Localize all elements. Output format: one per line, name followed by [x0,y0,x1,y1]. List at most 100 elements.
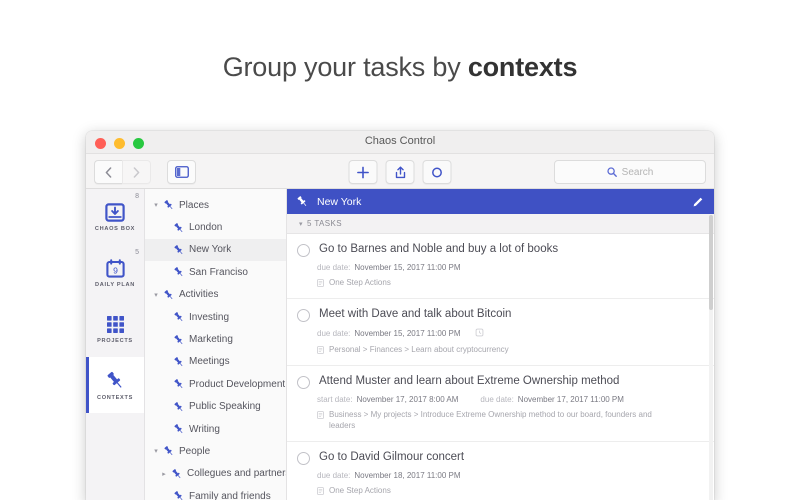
chevron-down-icon[interactable]: ▾ [151,447,161,455]
due-date-label: due date: [317,329,350,338]
task-meta: due date:November 15, 2017 11:00 PM [317,263,702,272]
due-date-label: due date: [317,471,350,480]
search-input[interactable]: Search [554,160,706,184]
task-header: Meet with Dave and talk about Bitcoin [297,308,702,322]
tree-item[interactable]: Public Speaking [145,396,286,418]
sidebar-item-contexts[interactable]: CONTEXTS [86,357,144,413]
chevron-right-icon[interactable]: ▸ [159,470,169,478]
tree-item[interactable]: Family and friends [145,485,286,500]
task-complete-checkbox[interactable] [297,309,310,322]
forward-button[interactable] [122,160,151,184]
chevron-left-icon [105,167,112,178]
pin-icon [161,199,176,211]
project-icon [317,411,324,421]
sidebar-item-label: PROJECTS [97,338,133,344]
edit-context-button[interactable] [691,195,705,209]
task-complete-checkbox[interactable] [297,244,310,257]
pin-icon [171,222,186,234]
due-date-value: November 18, 2017 11:00 PM [354,471,460,480]
due-date-value: November 17, 2017 11:00 PM [518,395,624,404]
tree-item[interactable]: San Franciso [145,261,286,283]
share-button[interactable] [386,160,415,184]
sidebar-item-daily-plan[interactable]: 5 9 DAILY PLAN [86,245,144,301]
pin-icon [173,490,185,500]
task-row[interactable]: Attend Muster and learn about Extreme Ow… [287,366,714,442]
tree-item[interactable]: ▾Places [145,194,286,216]
task-complete-checkbox[interactable] [297,452,310,465]
share-icon [394,166,406,179]
sidebar-item-projects[interactable]: PROJECTS [86,301,144,357]
task-path-label: One Step Actions [329,486,391,497]
chevron-down-icon[interactable]: ▾ [151,201,161,209]
sidebar-item-chaos-box[interactable]: 8 CHAOS BOX [86,189,144,245]
sidebar-item-label: CONTEXTS [97,395,133,401]
scrollbar-thumb[interactable] [709,215,713,310]
tree-item-label: London [189,222,222,233]
search-icon [607,167,617,177]
tree-item-label: Activities [179,289,218,300]
pin-icon [171,266,186,278]
app-window: Chaos Control [86,131,714,500]
task-path-label: Business > My projects > Introduce Extre… [329,410,679,432]
tree-item-label: People [179,446,210,457]
pin-icon [171,401,186,413]
page-title-prefix: Group your tasks by [223,52,468,82]
due-date-value: November 15, 2017 11:00 PM [354,329,460,338]
chevron-down-icon[interactable]: ▾ [151,291,161,299]
project-icon [317,279,324,289]
page-title-emphasis: contexts [468,52,577,82]
nav-button-group [94,160,151,184]
task-row[interactable]: Go to Barnes and Noble and buy a lot of … [287,234,714,299]
tree-item[interactable]: ▸Collegues and partners [145,463,286,485]
tree-item[interactable]: Product Development [145,373,286,395]
window-title: Chaos Control [86,135,714,147]
module-sidebar: 8 CHAOS BOX 5 9 D [86,189,145,500]
sidebar-item-label: DAILY PLAN [95,282,135,288]
pin-icon [296,195,309,208]
tree-item[interactable]: New York [145,239,286,261]
sidebar-toggle-icon [175,166,189,178]
tasks-count-bar[interactable]: ▾ 5 TASKS [287,214,714,234]
pencil-icon [692,196,704,208]
project-icon [317,487,324,497]
task-title: Attend Muster and learn about Extreme Ow… [319,375,619,388]
tree-item[interactable]: Meetings [145,351,286,373]
vertical-scrollbar[interactable] [709,215,713,500]
page-title: Group your tasks by contexts [0,52,800,83]
task-row[interactable]: Meet with Dave and talk about Bitcoin due… [287,299,714,366]
toolbar-center-group [349,160,452,184]
back-button[interactable] [94,160,122,184]
sidebar-item-label: CHAOS BOX [95,226,135,232]
window-body: 8 CHAOS BOX 5 9 D [86,189,714,500]
chevron-down-icon: ▾ [295,220,307,228]
tree-item[interactable]: Investing [145,306,286,328]
pin-icon [163,445,175,457]
tree-item[interactable]: London [145,216,286,238]
toolbar-left-group [94,160,196,184]
context-header: New York [287,189,714,214]
due-date-value: November 15, 2017 11:00 PM [354,263,460,272]
sync-button[interactable] [423,160,452,184]
add-task-button[interactable] [349,160,378,184]
tree-item[interactable]: Marketing [145,328,286,350]
project-icon [317,346,324,356]
task-header: Go to David Gilmour concert [297,451,702,465]
toolbar-right-group: Search [554,160,706,184]
task-meta: due date: November 18, 2017 11:00 PM [317,471,702,480]
task-meta: due date: November 15, 2017 11:00 PM [317,328,702,339]
pin-icon [161,445,176,457]
pin-icon [171,244,186,256]
search-placeholder: Search [622,167,654,178]
tree-item[interactable]: ▾ Activities [145,284,286,306]
pin-icon [173,244,185,256]
task-row[interactable]: Go to David Gilmour concert due date: Nove… [287,442,714,500]
chevron-right-icon [133,167,140,178]
task-title: Go to David Gilmour concert [319,451,464,464]
reminder-icon [475,328,484,339]
task-complete-checkbox[interactable] [297,376,310,389]
sidebar-toggle-button[interactable] [167,160,196,184]
tree-item[interactable]: Writing [145,418,286,440]
pin-icon [173,222,185,234]
pin-icon [163,199,175,211]
tree-item[interactable]: ▾ People [145,440,286,462]
